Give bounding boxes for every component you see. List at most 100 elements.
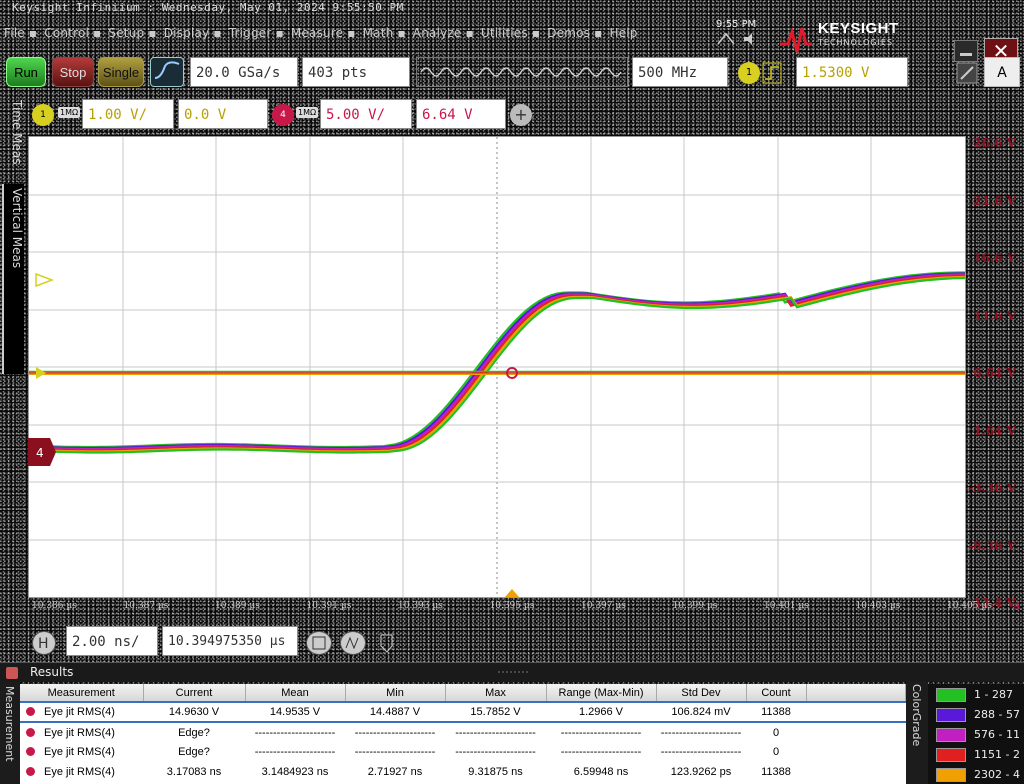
- table-cell: Eye jit RMS(4): [20, 722, 143, 742]
- colorgrade-range-label: 576 - 11: [974, 728, 1020, 741]
- menu-math[interactable]: Math ▪: [363, 26, 406, 40]
- table-cell: 6.59948 ns: [573, 766, 629, 778]
- waveform-canvas[interactable]: [28, 137, 966, 597]
- time-position-field[interactable]: 10.394975350 µs: [162, 626, 298, 656]
- pin-icon[interactable]: [376, 632, 398, 656]
- stop-button[interactable]: Stop: [52, 57, 94, 87]
- menu-help[interactable]: Help: [609, 26, 637, 40]
- table-cell: 123.9262 ps: [670, 766, 732, 778]
- x-axis-channel-label: 4: [1014, 601, 1021, 612]
- colorgrade-legend-item: 2302 - 4: [934, 766, 1024, 784]
- channel-1-impedance: 1MΩ: [58, 107, 81, 118]
- resize-grip-icon[interactable]: [498, 669, 528, 675]
- brand-name: KEYSIGHT: [818, 20, 899, 37]
- x-axis-tick-label: 10.389 µs: [215, 601, 260, 611]
- menu-list: File ▪ Control ▪ Setup ▪ Display ▪ Trigg…: [4, 26, 641, 40]
- trigger-source-button[interactable]: 1: [738, 62, 760, 84]
- table-cell: Eye jit RMS(4): [20, 701, 143, 723]
- rising-edge-icon[interactable]: [762, 62, 782, 84]
- x-axis-tick-label: 10.395 µs: [489, 601, 535, 611]
- channel-4-button[interactable]: 4: [272, 104, 294, 126]
- table-cell: ----------------------: [354, 746, 436, 758]
- menu-file[interactable]: File ▪: [4, 26, 37, 40]
- time-scale-field[interactable]: 2.00 ns/: [66, 626, 158, 656]
- column-header[interactable]: Mean: [245, 684, 346, 703]
- colorgrade-range-label: 2302 - 4: [974, 768, 1020, 781]
- menu-display[interactable]: Display ▪: [164, 26, 222, 40]
- tab-vertical-meas[interactable]: Vertical Meas: [2, 184, 24, 374]
- column-header[interactable]: Measurement: [20, 684, 144, 703]
- colorgrade-side-tab[interactable]: ColorGrade: [906, 682, 928, 784]
- table-row[interactable]: Eye jit RMS(4) 14.9630 V 14.9535 V 14.4887 …: [20, 701, 906, 723]
- table-row[interactable]: Eye jit RMS(4) Edge? ---------------------…: [20, 742, 906, 762]
- overview-waveform-icon: [420, 67, 622, 77]
- table-cell: 0: [772, 746, 780, 758]
- channel-4-offset-field[interactable]: 6.64 V: [416, 99, 506, 129]
- measurement-name: Eye jit RMS(4): [44, 746, 115, 758]
- results-header: Results: [0, 662, 1024, 682]
- y-axis-tick-label: 26.6 V: [973, 136, 1016, 150]
- x-axis-tick-label: 10.403 µs: [855, 601, 901, 611]
- sample-rate-field[interactable]: 20.0 GSa/s: [190, 57, 298, 87]
- autoscale-button[interactable]: [150, 57, 184, 87]
- menu-setup[interactable]: Setup ▪: [108, 26, 156, 40]
- zoom-icon[interactable]: [954, 59, 980, 87]
- memory-depth-field[interactable]: 403 pts: [302, 57, 410, 87]
- table-cell-spacer: [806, 701, 906, 723]
- table-row[interactable]: Eye jit RMS(4) Edge? ---------------------…: [20, 722, 906, 742]
- trigger-level-field[interactable]: 1.5300 V: [796, 57, 908, 87]
- results-close-icon[interactable]: [6, 667, 18, 679]
- column-header[interactable]: Max: [445, 684, 547, 703]
- run-button[interactable]: Run: [6, 57, 46, 87]
- clock: 9:55 PM: [716, 19, 757, 30]
- timebase-bar: H 2.00 ns/ 10.394975350 µs: [0, 620, 1024, 662]
- horizontal-button[interactable]: H: [32, 631, 56, 655]
- table-cell: ----------------------: [560, 726, 642, 739]
- tab-time-meas[interactable]: Time Meas: [2, 100, 24, 180]
- menu-control[interactable]: Control ▪: [44, 26, 101, 40]
- x-axis-tick-label: 10.401 µs: [764, 601, 809, 611]
- acquisition-overview[interactable]: [416, 57, 628, 87]
- x-axis-tick-label: 10.386 µs: [32, 601, 77, 611]
- column-header[interactable]: Std Dev: [656, 684, 747, 703]
- column-header[interactable]: Range (Max-Min): [546, 684, 657, 703]
- channel-1-offset-field[interactable]: 0.0 V: [178, 99, 268, 129]
- channel-4-offset-marker[interactable]: 4: [28, 436, 56, 468]
- column-header[interactable]: Count: [746, 684, 807, 703]
- add-channel-button[interactable]: +: [510, 104, 532, 126]
- table-cell: ----------------------: [560, 746, 642, 758]
- channel-1-offset-marker[interactable]: [34, 272, 56, 288]
- waveform-display[interactable]: [28, 136, 966, 598]
- table-cell: 2.71927 ns: [367, 766, 423, 778]
- menu-measure[interactable]: Measure ▪: [291, 26, 356, 40]
- annotation-button[interactable]: A: [984, 57, 1020, 87]
- menu-demos[interactable]: Demos ▪: [547, 26, 602, 40]
- y-axis-tick-label: 6.64 V: [973, 366, 1016, 380]
- channel-1-scale-field[interactable]: 1.00 V/: [82, 99, 174, 129]
- column-header[interactable]: Current: [143, 684, 246, 703]
- acquisition-mode-button[interactable]: [340, 631, 366, 655]
- network-icon: [717, 32, 735, 45]
- table-cell: 15.7852 V: [445, 701, 546, 723]
- colorgrade-range-label: 1 - 287: [974, 688, 1013, 701]
- column-header[interactable]: Min: [345, 684, 446, 703]
- table-cell: Edge?: [178, 746, 210, 758]
- bandwidth-field[interactable]: 500 MHz: [632, 57, 728, 87]
- y-axis-tick-label: 16.6 V: [973, 251, 1016, 265]
- table-row[interactable]: Eye jit RMS(4) 3.17083 ns 3.1484923 ns 2.71…: [20, 762, 906, 782]
- channel-4-scale-field[interactable]: 5.00 V/: [320, 99, 412, 129]
- menu-analyze[interactable]: Analyze ▪: [413, 26, 474, 40]
- channel-1-button[interactable]: 1: [32, 104, 54, 126]
- colorgrade-tab-label: ColorGrade: [910, 684, 923, 747]
- table-cell: 3.17083 ns: [166, 766, 222, 778]
- menu-utilities[interactable]: Utilities ▪: [481, 26, 540, 40]
- single-button[interactable]: Single: [98, 57, 144, 87]
- trigger-level-marker[interactable]: [34, 365, 56, 381]
- menu-trigger[interactable]: Trigger ▪: [229, 26, 284, 40]
- x-axis-tick-label: 10.405 µs: [947, 601, 992, 611]
- graticule-grid: [29, 137, 965, 597]
- zoom-window-button[interactable]: [306, 631, 332, 655]
- measurement-side-tab[interactable]: Measurement: [0, 682, 20, 784]
- table-cell: 11388: [761, 766, 791, 778]
- y-axis-tick-label: -8.36 V: [968, 538, 1016, 553]
